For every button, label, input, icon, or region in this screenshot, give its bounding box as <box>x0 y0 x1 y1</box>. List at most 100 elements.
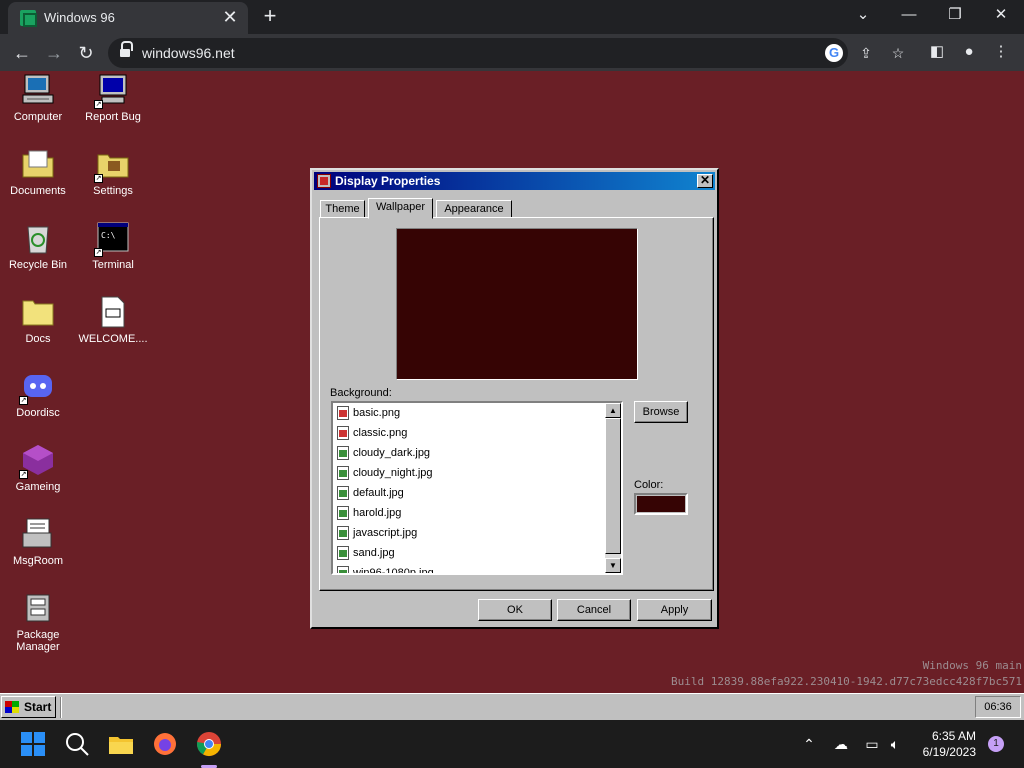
forward-button[interactable]: → <box>42 41 66 65</box>
desktop-icon-terminal[interactable]: C:\ ↗ Terminal <box>75 221 151 271</box>
tab-wallpaper[interactable]: Wallpaper <box>368 198 433 219</box>
show-hidden-icons-chevron-icon[interactable]: ⌃ <box>799 734 819 754</box>
scroll-up-arrow-icon[interactable]: ▲ <box>605 403 621 418</box>
shortcut-arrow-icon: ↗ <box>19 396 28 405</box>
window-title: Display Properties <box>335 174 441 188</box>
desktop-icon-msgroom[interactable]: MsgRoom <box>0 517 76 567</box>
desktop-icon-package-manager[interactable]: Package Manager <box>0 591 76 653</box>
wallpaper-preview <box>396 228 638 380</box>
browse-button[interactable]: Browse <box>634 401 688 423</box>
desktop-icon-gameing[interactable]: ↗ Gameing <box>0 443 76 493</box>
list-item[interactable]: javascript.jpg <box>337 525 417 543</box>
computer-icon <box>21 73 55 107</box>
desktop-icon-label: Computer <box>13 111 63 123</box>
desktop-icon-settings[interactable]: ↗ Settings <box>75 147 151 197</box>
wallpaper-tab-panel: Background: basic.png classic.png cloudy… <box>319 217 714 591</box>
list-item[interactable]: cloudy_night.jpg <box>337 465 433 483</box>
list-scrollbar[interactable]: ▲ ▼ <box>605 403 621 573</box>
desktop-icon-label: Report Bug <box>85 111 141 123</box>
package-manager-icon <box>21 591 55 625</box>
close-window-button[interactable]: ✕ <box>986 4 1016 26</box>
display-icon[interactable]: ▭ <box>862 734 882 754</box>
restore-button[interactable]: ❐ <box>940 4 970 26</box>
menu-kebab-icon[interactable]: ⋮ <box>990 41 1012 63</box>
desktop-icon-label: Package Manager <box>16 629 60 653</box>
desktop-icon-computer[interactable]: Computer <box>0 73 76 123</box>
tab-search-button[interactable]: ⌄ <box>848 4 878 26</box>
windows96-favicon-icon <box>20 10 37 27</box>
volume-icon[interactable]: 🔈︎ <box>885 734 905 754</box>
desktop-icon-documents[interactable]: Documents <box>0 147 76 197</box>
list-item[interactable]: cloudy_dark.jpg <box>337 445 430 463</box>
desktop-icon-label: Settings <box>93 185 133 197</box>
desktop-icon-doordisc[interactable]: ↗ Doordisc <box>0 369 76 419</box>
report-bug-icon: ↗ <box>94 73 130 109</box>
reload-button[interactable]: ↻ <box>74 41 98 65</box>
desktop-icon-label: WELCOME.... <box>78 333 148 345</box>
network-status-icon[interactable]: ☁ <box>831 734 851 754</box>
tab-appearance[interactable]: Appearance <box>436 200 512 218</box>
desktop-icon-label: Terminal <box>92 259 134 271</box>
minimize-button[interactable]: — <box>894 4 924 26</box>
desktop-icon-label: Doordisc <box>16 407 60 419</box>
wallpaper-file-list[interactable]: basic.png classic.png cloudy_dark.jpg cl… <box>331 401 623 575</box>
side-panel-icon[interactable]: ◧ <box>926 41 948 63</box>
desktop-icon-label: Recycle Bin <box>8 259 68 271</box>
jpg-file-icon <box>337 486 349 501</box>
desktop-icon-label: Docs <box>25 333 51 345</box>
windows-start-icon[interactable] <box>19 730 47 758</box>
desktop-icon-report-bug[interactable]: ↗ Report Bug <box>75 73 151 123</box>
share-icon[interactable]: ⇪ <box>857 44 875 62</box>
start-button[interactable]: Start <box>1 696 56 718</box>
file-name: sand.jpg <box>353 547 395 559</box>
firefox-icon[interactable] <box>151 730 179 758</box>
jpg-file-icon <box>337 446 349 461</box>
documents-folder-icon <box>21 147 55 181</box>
tab-theme[interactable]: Theme <box>320 200 365 218</box>
terminal-icon: C:\ ↗ <box>94 221 130 257</box>
taskbar-separator <box>60 697 62 718</box>
tab-windows96[interactable]: Windows 96 ✕ <box>8 2 248 34</box>
cancel-button[interactable]: Cancel <box>557 599 631 621</box>
file-name: cloudy_night.jpg <box>353 467 433 479</box>
search-icon[interactable] <box>63 730 91 758</box>
jpg-file-icon <box>337 566 349 573</box>
list-item[interactable]: default.jpg <box>337 485 404 503</box>
scroll-down-arrow-icon[interactable]: ▼ <box>605 558 621 573</box>
list-item[interactable]: basic.png <box>337 405 400 423</box>
profile-icon[interactable]: ● <box>958 41 980 63</box>
scrollbar-thumb[interactable] <box>605 418 621 554</box>
list-item[interactable]: harold.jpg <box>337 505 401 523</box>
address-bar[interactable]: windows96.net G ⇪ ☆ <box>108 38 904 68</box>
file-name: harold.jpg <box>353 507 402 519</box>
url-text[interactable]: windows96.net <box>142 45 235 61</box>
jpg-file-icon <box>337 546 349 561</box>
google-lens-icon[interactable]: G <box>825 44 843 62</box>
list-item[interactable]: win96-1080p.jpg <box>337 565 434 573</box>
notification-badge[interactable]: 1 <box>988 736 1004 752</box>
desktop-icon-welcome[interactable]: WELCOME.... <box>75 295 151 345</box>
build-info-line2: Build 12839.88efa922.230410-1942.d77c73e… <box>671 675 1022 688</box>
bookmark-star-icon[interactable]: ☆ <box>889 44 907 62</box>
new-tab-button[interactable]: + <box>258 4 282 28</box>
tab-close-icon[interactable]: ✕ <box>220 7 240 27</box>
list-item[interactable]: classic.png <box>337 425 407 443</box>
system-clock[interactable]: 6:35 AM 6/19/2023 <box>906 728 976 760</box>
lock-icon[interactable] <box>120 41 133 58</box>
back-button[interactable]: ← <box>10 41 34 65</box>
color-picker-swatch[interactable] <box>634 493 688 515</box>
desktop-icon-docs[interactable]: Docs <box>0 295 76 345</box>
win96-clock: 06:36 <box>975 696 1021 718</box>
desktop-icon-label: Gameing <box>15 481 61 493</box>
window-close-button[interactable]: ✕ <box>697 174 713 188</box>
png-file-icon <box>337 426 349 441</box>
desktop-icon-recycle-bin[interactable]: Recycle Bin <box>0 221 76 271</box>
gameing-icon: ↗ <box>19 443 55 479</box>
file-explorer-icon[interactable] <box>107 730 135 758</box>
ok-button[interactable]: OK <box>478 599 552 621</box>
file-name: javascript.jpg <box>353 527 418 539</box>
chrome-icon[interactable] <box>195 730 223 758</box>
list-item[interactable]: sand.jpg <box>337 545 395 563</box>
window-titlebar[interactable]: Display Properties ✕ <box>314 172 715 190</box>
apply-button[interactable]: Apply <box>637 599 712 621</box>
